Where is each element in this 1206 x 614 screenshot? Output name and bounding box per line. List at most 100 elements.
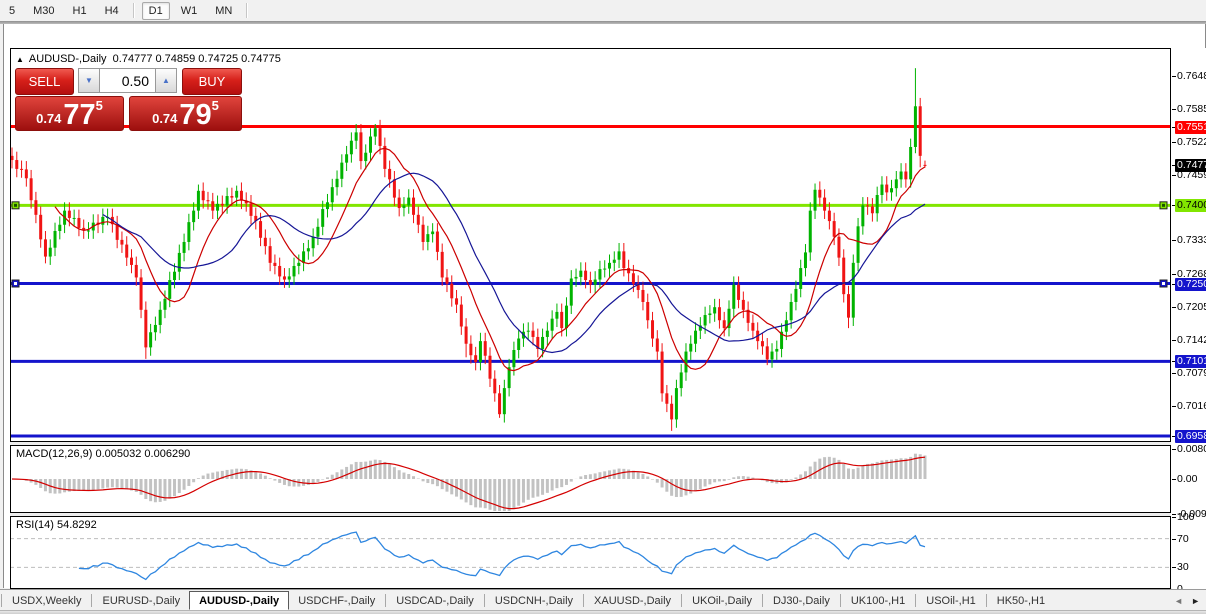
tab-separator [915, 594, 917, 607]
chart-ohlc-values: 0.74777 0.74859 0.74725 0.74775 [112, 53, 281, 65]
rsi-axis-label: 100 [1177, 511, 1195, 523]
axis-tick [1172, 306, 1176, 308]
volume-decrease-button[interactable]: ▼ [78, 68, 100, 93]
timeframe-button-w1[interactable]: W1 [174, 2, 205, 20]
price-axis[interactable]: 0.764800.758500.755120.752200.747750.745… [1172, 48, 1206, 612]
chart-tab-hk50[interactable]: HK50-,H1 [988, 593, 1054, 609]
macd-name: MACD(12,26,9) [16, 448, 93, 460]
timeframe-toolbar: 5 M30 H1 H4 D1 W1 MN [0, 0, 1206, 21]
axis-tick [1172, 76, 1176, 77]
tab-scroll-right-icon[interactable]: ► [1191, 596, 1200, 606]
macd-values: 0.005032 0.006290 [95, 448, 191, 460]
buy-price-display[interactable]: 0.74 79 5 [129, 96, 242, 131]
tab-separator [385, 594, 387, 607]
chart-tab-usdchf[interactable]: USDCHF-,Daily [289, 593, 384, 609]
axis-tick [1172, 240, 1176, 242]
timeframe-button-mn[interactable]: MN [208, 2, 239, 20]
axis-tick [1172, 449, 1176, 450]
tab-separator [681, 594, 683, 607]
axis-tick [1172, 513, 1176, 515]
chart-tab-audusd[interactable]: AUDUSD-,Daily [189, 590, 290, 610]
tab-separator [761, 594, 763, 607]
chevron-down-icon: ▼ [85, 76, 93, 85]
chart-tab-usdx[interactable]: USDX,Weekly [3, 593, 90, 609]
toolbar-separator [132, 3, 135, 18]
tab-separator [91, 594, 93, 607]
price-axis-label: 0.75512 [1175, 120, 1206, 134]
timeframe-button-d1[interactable]: D1 [141, 1, 170, 20]
chart-tab-usoil[interactable]: USOil-,H1 [917, 593, 985, 609]
price-axis-label: 0.73330 [1177, 234, 1206, 247]
chart-symbol-label: AUDUSD-,Daily [28, 53, 107, 65]
axis-tick [1172, 108, 1176, 110]
macd-label: MACD(12,26,9) 0.005032 0.006290 [16, 448, 190, 460]
chevron-up-icon: ▲ [162, 76, 170, 85]
chart-tab-bar: USDX,Weekly EURUSD-,Daily AUDUSD-,Daily USD… [0, 589, 1206, 611]
axis-tick [1172, 405, 1176, 407]
timeframe-button-h1[interactable]: H1 [66, 2, 94, 20]
rsi-name: RSI(14) [16, 519, 54, 531]
timeframe-button-m30[interactable]: M30 [26, 2, 61, 20]
chart-window: 0.764800.758500.755120.752200.747750.745… [3, 24, 1206, 612]
tab-separator [985, 594, 987, 607]
price-axis-label: 0.75220 [1177, 135, 1206, 148]
volume-increase-button[interactable]: ▲ [155, 68, 177, 93]
chart-tab-eurusd[interactable]: EURUSD-,Daily [93, 593, 189, 609]
chart-tab-dj30[interactable]: DJ30-,Daily [764, 593, 839, 609]
price-axis-label: 0.70795 [1177, 366, 1206, 379]
status-bar-edge [0, 610, 1206, 614]
tab-separator [1, 594, 2, 607]
axis-tick [1172, 538, 1176, 540]
toolbar-separator [246, 3, 249, 18]
tab-scroll-left-icon[interactable]: ◄ [1174, 596, 1183, 606]
chart-tab-usdcad[interactable]: USDCAD-,Daily [387, 593, 483, 609]
rsi-axis-label: 30 [1177, 561, 1189, 574]
mt4-terminal: 5M30H1H4D1W1MN 0.764800.758500.755120.75… [0, 0, 1206, 614]
timeframe-button-5[interactable]: 5 [2, 2, 22, 20]
volume-input[interactable] [100, 68, 155, 93]
axis-tick [1172, 174, 1176, 176]
macd-axis-label: 0.008063 [1177, 443, 1206, 455]
chart-tab-uk100[interactable]: UK100-,H1 [842, 593, 914, 609]
sell-price-big: 77 [63, 99, 96, 131]
axis-tick [1172, 517, 1176, 518]
rsi-label: RSI(14) 54.8292 [16, 519, 97, 531]
price-axis-label: 0.71425 [1177, 333, 1206, 346]
price-axis-label: 0.74590 [1177, 168, 1206, 181]
sell-price-sup: 5 [95, 98, 103, 113]
rsi-axis-label: 70 [1177, 532, 1189, 545]
one-click-trade-panel: SELL ▼ ▲ BUY 0.74775 0.74795 [15, 68, 242, 131]
axis-tick [1172, 479, 1176, 480]
buy-price-big: 79 [179, 99, 212, 131]
tab-scroll-arrows: ◄ ► [1174, 596, 1200, 606]
buy-price-sup: 5 [211, 98, 219, 113]
price-axis-label: 0.75850 [1177, 102, 1206, 115]
buy-price-prefix: 0.74 [152, 111, 178, 126]
tab-separator [483, 594, 485, 607]
buy-button[interactable]: BUY [182, 68, 242, 95]
chart-tab-xauusd[interactable]: XAUUSD-,Daily [585, 593, 680, 609]
price-axis-label: 0.72055 [1177, 300, 1206, 313]
macd-axis-label: 0.00 [1177, 473, 1198, 485]
sell-price-display[interactable]: 0.74 77 5 [15, 96, 124, 131]
axis-tick [1172, 274, 1176, 276]
price-axis-label: 0.72504 [1175, 277, 1206, 291]
price-axis-label: 0.69582 [1175, 430, 1206, 443]
sell-button[interactable]: SELL [15, 68, 74, 95]
rsi-value: 54.8292 [56, 519, 97, 531]
rsi-indicator-plot[interactable] [10, 516, 1171, 589]
chart-tab-ukoil[interactable]: UKOil-,Daily [683, 593, 761, 609]
axis-tick [1172, 339, 1176, 341]
chart-tab-usdcnh[interactable]: USDCNH-,Daily [486, 593, 582, 609]
axis-tick [1172, 141, 1176, 143]
tab-separator [839, 594, 841, 607]
axis-tick [1172, 567, 1176, 569]
tab-separator [583, 594, 585, 607]
sell-price-prefix: 0.74 [36, 111, 62, 126]
chart-collapse-icon[interactable]: ▲ [16, 55, 24, 64]
price-axis-label: 0.74002 [1175, 199, 1206, 213]
price-axis-label: 0.76480 [1177, 70, 1206, 82]
axis-tick [1172, 372, 1176, 374]
timeframe-button-h4[interactable]: H4 [98, 2, 126, 20]
chart-ohlc-header: ▲ AUDUSD-,Daily 0.74777 0.74859 0.74725 0… [16, 53, 281, 65]
